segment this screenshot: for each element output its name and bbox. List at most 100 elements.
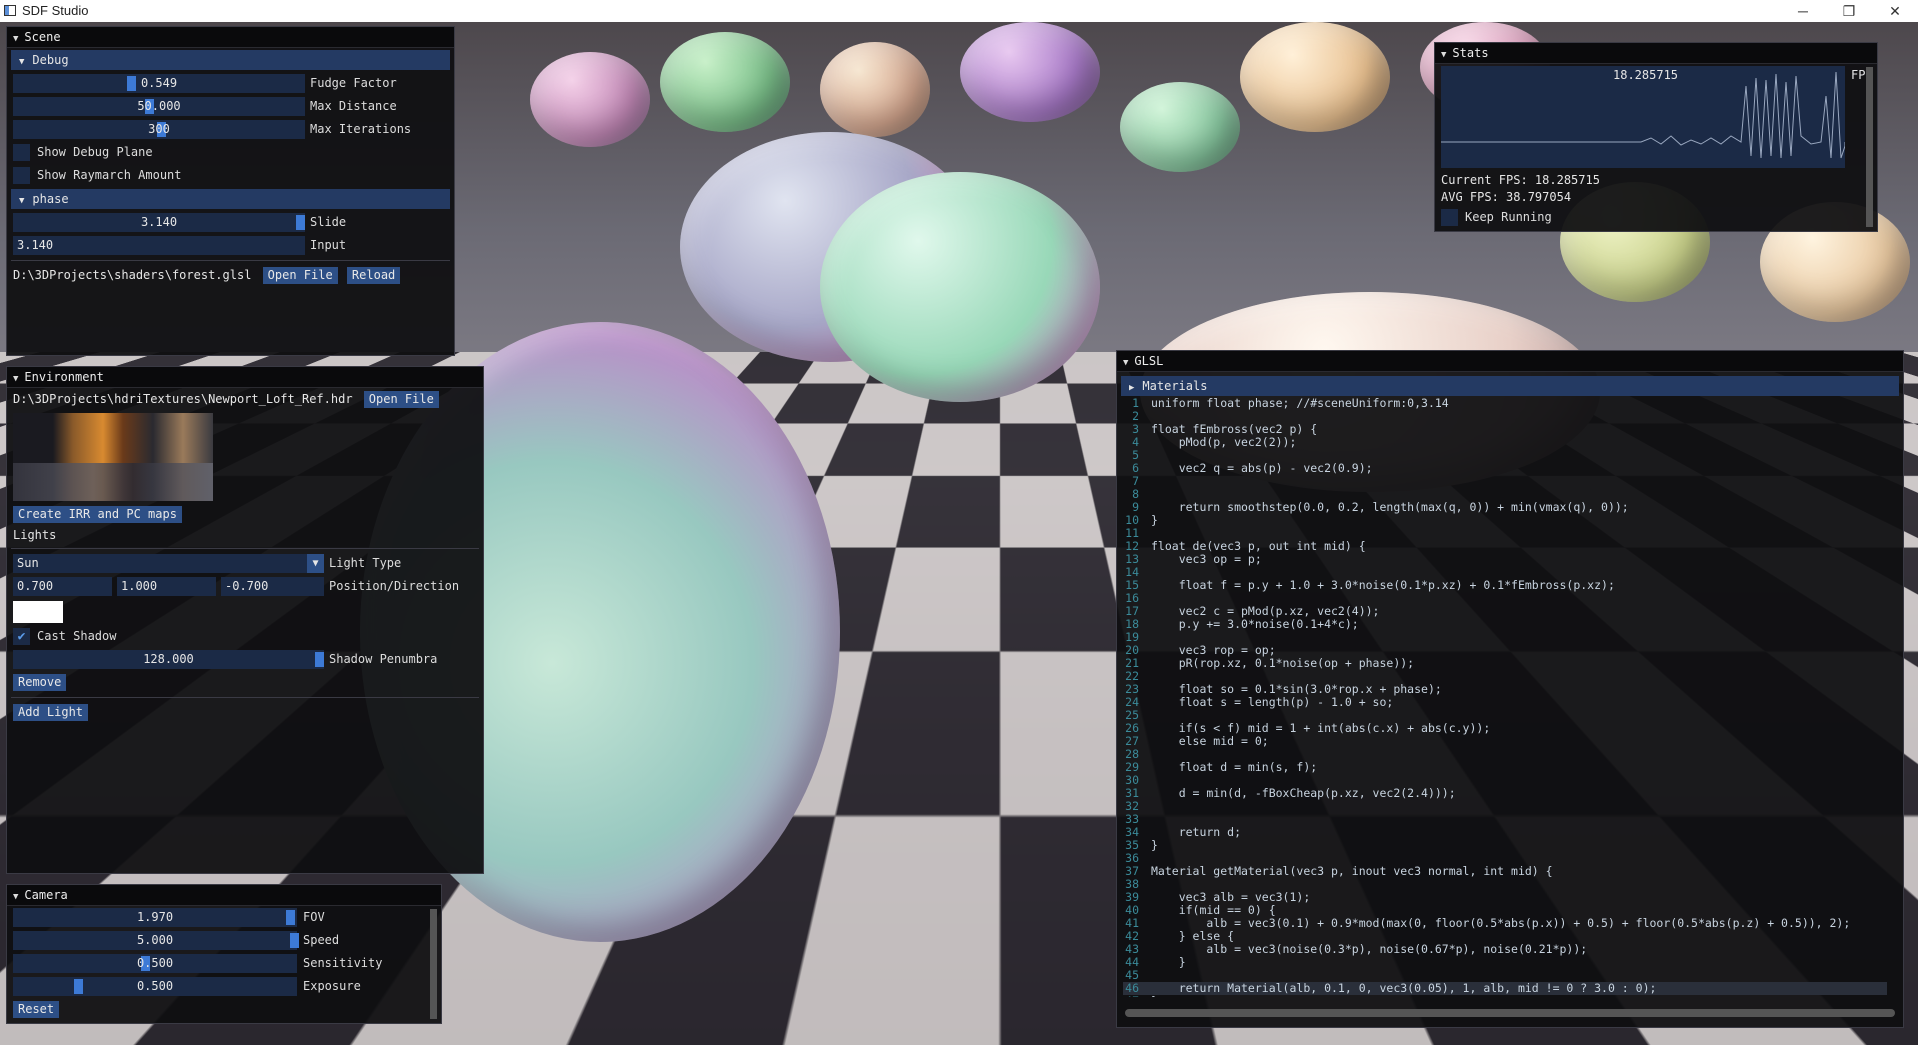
code-line[interactable]: 37 Material getMaterial(vec3 p, inout vec… (1123, 865, 1887, 878)
maximize-button[interactable]: ❐ (1826, 0, 1872, 22)
code-line[interactable]: 43 alb = vec3(noise(0.3*p), noise(0.67*p… (1123, 943, 1887, 956)
max-iterations-slider[interactable]: 300 (13, 120, 305, 139)
remove-light-button[interactable]: Remove (13, 674, 67, 691)
code-text: else mid = 0; (1151, 734, 1269, 748)
slider-value: 50.000 (137, 99, 181, 113)
sphere (530, 52, 650, 147)
fudge-factor-slider[interactable]: 0.549 (13, 74, 305, 93)
speed-slider[interactable]: 5.000 (13, 931, 299, 950)
code-text: float s = length(p) - 1.0 + so; (1151, 695, 1394, 709)
code-editor[interactable]: 1 uniform float phase; //#sceneUniform:0,… (1123, 397, 1887, 997)
code-line[interactable]: 29 float d = min(s, f); (1123, 761, 1887, 774)
light-color-swatch[interactable] (13, 601, 63, 623)
scene-panel-title[interactable]: ▼ Scene (7, 27, 454, 48)
code-line[interactable]: 1 uniform float phase; //#sceneUniform:0,… (1123, 397, 1887, 410)
divider (11, 548, 479, 549)
code-line[interactable]: 47} (1123, 995, 1887, 998)
code-line[interactable]: 13 vec3 op = p; (1123, 553, 1887, 566)
code-line[interactable]: 34 return d; (1123, 826, 1887, 839)
code-text: } (1143, 995, 1158, 998)
cast-shadow-checkbox[interactable]: ✔ (13, 628, 30, 645)
code-line[interactable]: 10} (1123, 514, 1887, 527)
code-text: return Material(alb, 0.1, 0, vec3(0.05),… (1151, 981, 1657, 995)
code-text: uniform float phase; //#sceneUniform:0,3… (1151, 397, 1449, 410)
slider-grab[interactable] (315, 652, 324, 667)
slider-grab[interactable] (290, 933, 299, 948)
fps-graph-value: 18.285715 (1613, 68, 1679, 82)
chevron-down-icon[interactable]: ▼ (307, 554, 324, 573)
code-line[interactable]: 7 (1123, 475, 1887, 488)
code-text: d = min(d, -fBoxCheap(p.xz, vec2(2.4))); (1151, 786, 1456, 800)
slider-grab[interactable] (286, 910, 295, 925)
code-line[interactable]: 18 p.y += 3.0*noise(0.1+4*c); (1123, 618, 1887, 631)
app-icon (4, 5, 16, 16)
avg-fps: AVG FPS: 38.797054 (1441, 190, 1572, 204)
code-line[interactable]: 31 d = min(d, -fBoxCheap(p.xz, vec2(2.4)… (1123, 787, 1887, 800)
code-line[interactable]: 41 alb = vec3(0.1) + 0.9*mod(max(0, floo… (1123, 917, 1887, 930)
code-line[interactable]: 21 pR(rop.xz, 0.1*noise(op + phase)); (1123, 657, 1887, 670)
code-line[interactable]: 24 float s = length(p) - 1.0 + so; (1123, 696, 1887, 709)
keep-running-checkbox[interactable] (1441, 209, 1458, 226)
code-line[interactable]: 44 } (1123, 956, 1887, 969)
code-text: } (1151, 838, 1158, 852)
open-file-button[interactable]: Open File (262, 267, 338, 284)
code-text: alb = vec3(0.1) + 0.9*mod(max(0, floor(0… (1151, 916, 1851, 930)
code-line[interactable]: 46 return Material(alb, 0.1, 0, vec3(0.0… (1123, 982, 1887, 995)
environment-panel-title[interactable]: ▼ Environment (7, 367, 483, 388)
debug-title: Debug (32, 53, 69, 67)
show-debug-plane-checkbox[interactable] (13, 144, 30, 161)
show-raymarch-checkbox[interactable] (13, 167, 30, 184)
slider-grab[interactable] (74, 979, 83, 994)
stats-scrollbar[interactable] (1866, 67, 1873, 227)
code-line[interactable]: 32 (1123, 800, 1887, 813)
code-line[interactable]: 27 else mid = 0; (1123, 735, 1887, 748)
sensitivity-slider[interactable]: 0.500 (13, 954, 297, 973)
camera-panel-title[interactable]: ▼ Camera (7, 885, 441, 906)
reload-button[interactable]: Reload (346, 267, 401, 284)
code-line[interactable]: 35} (1123, 839, 1887, 852)
code-line[interactable]: 15 float f = p.y + 1.0 + 3.0*noise(0.1*p… (1123, 579, 1887, 592)
camera-panel: ▼ Camera 1.970 FOV 5.000 Speed 0.500 Sens… (6, 884, 442, 1024)
code-text: alb = vec3(noise(0.3*p), noise(0.67*p), … (1151, 942, 1588, 956)
window-title: SDF Studio (22, 3, 89, 18)
phase-slider[interactable]: 3.140 (13, 213, 305, 232)
shadow-penumbra-slider[interactable]: 128.000 (13, 650, 324, 669)
code-line[interactable]: 6 vec2 q = abs(p) - vec2(0.9); (1123, 462, 1887, 475)
reset-camera-button[interactable]: Reset (13, 1001, 60, 1018)
code-text: float f = p.y + 1.0 + 3.0*noise(0.1*p.xz… (1151, 578, 1615, 592)
glsl-panel-title[interactable]: ▼ GLSL (1117, 351, 1903, 372)
code-text: pR(rop.xz, 0.1*noise(op + phase)); (1151, 656, 1415, 670)
phase-section-header[interactable]: ▼ phase (11, 189, 450, 209)
fudge-factor-label: Fudge Factor (310, 76, 397, 90)
slider-grab[interactable] (127, 76, 136, 91)
minimize-button[interactable]: ─ (1780, 0, 1826, 22)
slider-value: 1.970 (136, 910, 174, 924)
materials-section-header[interactable]: ▶ Materials (1121, 376, 1899, 396)
close-button[interactable]: ✕ (1872, 0, 1918, 22)
fov-slider[interactable]: 1.970 (13, 908, 297, 927)
code-line[interactable]: 9 return smoothstep(0.0, 0.2, length(max… (1123, 501, 1887, 514)
phase-input[interactable]: 3.140 (13, 236, 305, 255)
light-type-select[interactable]: Sun ▼ (13, 554, 324, 573)
position-x-input[interactable]: 0.700 (13, 577, 112, 596)
exposure-slider[interactable]: 0.500 (13, 977, 297, 996)
add-light-button[interactable]: Add Light (13, 704, 89, 721)
slider-value: 300 (148, 122, 170, 136)
slider-grab[interactable] (296, 215, 305, 230)
debug-section-header[interactable]: ▼ Debug (11, 50, 450, 70)
camera-scrollbar[interactable] (430, 909, 437, 1019)
sphere (1240, 22, 1390, 132)
stats-panel-title[interactable]: ▼ Stats (1435, 43, 1877, 64)
position-y-input[interactable]: 1.000 (117, 577, 216, 596)
code-line[interactable]: 4 pMod(p, vec2(2)); (1123, 436, 1887, 449)
max-distance-slider[interactable]: 50.000 (13, 97, 305, 116)
create-irr-pc-button[interactable]: Create IRR and PC maps (13, 506, 182, 523)
code-horizontal-scrollbar[interactable] (1125, 1009, 1895, 1017)
stats-title: Stats (1452, 46, 1489, 60)
open-hdri-button[interactable]: Open File (363, 391, 439, 408)
position-z-input[interactable]: -0.700 (221, 577, 324, 596)
